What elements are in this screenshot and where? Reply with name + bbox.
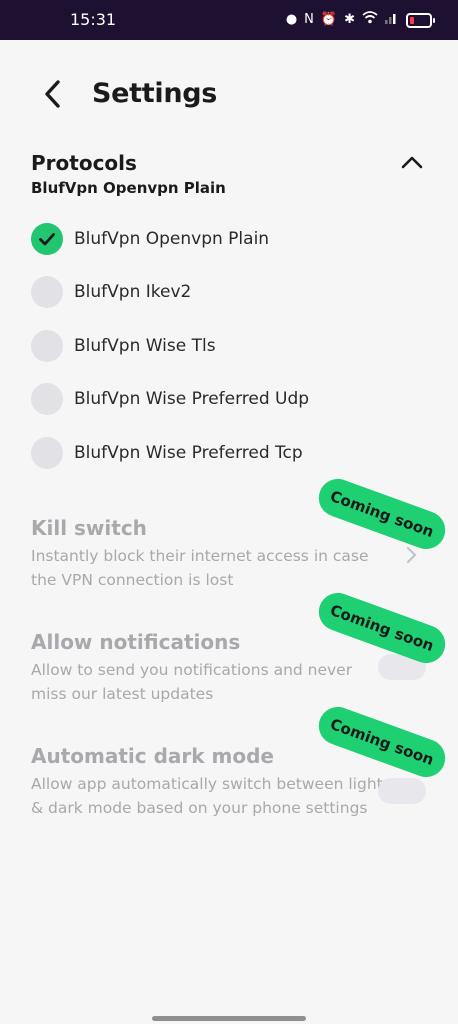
chevron-right-icon[interactable] xyxy=(405,545,419,565)
alarm-icon: ⏰ xyxy=(320,12,338,27)
checkmark-icon xyxy=(39,232,55,246)
wifi-icon xyxy=(362,11,378,29)
radio-unchecked[interactable] xyxy=(31,329,63,362)
page-title: Settings xyxy=(92,78,218,109)
feature-description: Allow app automatically switch between l… xyxy=(31,775,383,817)
home-indicator[interactable] xyxy=(152,1016,306,1021)
protocol-option[interactable]: BlufVpn Wise Preferred Tcp xyxy=(31,426,431,480)
protocol-option[interactable]: BlufVpn Wise Tls xyxy=(31,319,431,373)
header: Settings xyxy=(0,60,458,130)
chevron-up-icon xyxy=(401,156,423,169)
chevron-left-icon xyxy=(45,80,60,108)
radio-checked[interactable] xyxy=(31,222,63,255)
protocol-label: BlufVpn Openvpn Plain xyxy=(74,228,270,249)
bluetooth-icon: ✱ xyxy=(344,12,355,27)
nfc-icon: N xyxy=(304,12,314,27)
protocol-label: BlufVpn Wise Preferred Tcp xyxy=(74,442,303,463)
back-button[interactable] xyxy=(38,78,70,110)
radio-unchecked[interactable] xyxy=(31,436,63,469)
protocol-option[interactable]: BlufVpn Openvpn Plain xyxy=(31,212,431,266)
protocol-label: BlufVpn Wise Tls xyxy=(74,335,216,356)
status-icons: ● N ⏰ ✱ xyxy=(285,11,435,29)
status-time: 15:31 xyxy=(70,10,117,29)
signal-icon xyxy=(385,12,399,29)
dark-mode-toggle[interactable] xyxy=(378,778,426,804)
feature-description: Instantly block their internet access in… xyxy=(31,547,369,589)
protocol-option[interactable]: BlufVpn Ikev2 xyxy=(31,266,431,320)
protocols-title: Protocols xyxy=(31,151,137,175)
radio-unchecked[interactable] xyxy=(31,383,63,416)
radio-unchecked[interactable] xyxy=(31,276,63,309)
protocol-label: BlufVpn Ikev2 xyxy=(74,282,192,303)
feature-description: Allow to send you notifications and neve… xyxy=(31,661,353,703)
protocol-option[interactable]: BlufVpn Wise Preferred Udp xyxy=(31,373,431,427)
protocol-label: BlufVpn Wise Preferred Udp xyxy=(74,389,310,410)
collapse-button[interactable] xyxy=(398,150,426,174)
battery-icon xyxy=(406,12,435,28)
protocol-list: BlufVpn Openvpn Plain BlufVpn Ikev2 BlufVp… xyxy=(31,212,431,480)
status-bar: 15:31 ● N ⏰ ✱ xyxy=(0,0,458,40)
spy-icon: ● xyxy=(285,12,298,27)
protocols-selected: BlufVpn Openvpn Plain xyxy=(31,179,226,197)
